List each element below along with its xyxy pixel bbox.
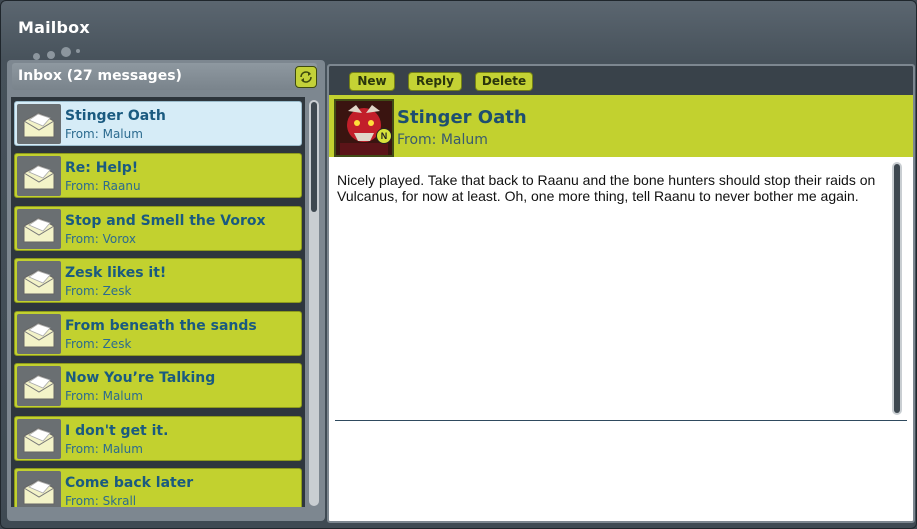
message-item[interactable]: Stop and Smell the Vorox From: Vorox — [14, 206, 302, 251]
inbox-scrollbar[interactable] — [309, 100, 319, 506]
message-scrollbar-thumb[interactable] — [894, 164, 900, 413]
message-sender: From: Malum — [397, 132, 488, 148]
message-item[interactable]: Zesk likes it! From: Zesk — [14, 258, 302, 303]
message-item[interactable]: I don't get it. From: Malum — [14, 416, 302, 461]
reply-button[interactable]: Reply — [408, 72, 462, 91]
mailbox-window: Mailbox Inbox (27 messages) Stinger Oath… — [0, 0, 917, 529]
message-from: From: Zesk — [65, 337, 132, 351]
message-body: Nicely played. Take that back to Raanu a… — [337, 172, 876, 204]
avatar-badge: N — [376, 128, 392, 144]
message-divider — [335, 420, 907, 421]
message-title: From beneath the sands — [65, 318, 257, 334]
message-from: From: Malum — [65, 389, 143, 403]
message-title: Now You’re Talking — [65, 370, 216, 386]
decor-dot — [76, 49, 80, 53]
message-from: From: Skrall — [65, 494, 137, 507]
envelope-icon — [17, 366, 61, 406]
envelope-icon — [17, 104, 61, 144]
refresh-button[interactable] — [295, 66, 317, 88]
message-from: From: Raanu — [65, 179, 141, 193]
inbox-header: Inbox (27 messages) — [12, 63, 317, 90]
message-list[interactable]: Stinger Oath From: Malum Re: Help! From:… — [11, 97, 305, 507]
message-title-heading: Stinger Oath — [397, 107, 527, 128]
envelope-icon — [17, 314, 61, 354]
envelope-icon — [17, 419, 61, 459]
message-item[interactable]: Re: Help! From: Raanu — [14, 153, 302, 198]
message-scrollbar[interactable] — [892, 162, 902, 415]
message-from: From: Vorox — [65, 232, 136, 246]
decor-dot — [61, 47, 71, 57]
message-title: Stinger Oath — [65, 108, 166, 124]
message-title: Re: Help! — [65, 160, 139, 176]
message-item[interactable]: Stinger Oath From: Malum — [14, 101, 302, 146]
decor-dot — [33, 53, 40, 60]
message-title: I don't get it. — [65, 423, 169, 439]
inbox-scrollbar-thumb[interactable] — [311, 102, 317, 212]
message-title: Stop and Smell the Vorox — [65, 213, 266, 229]
message-panel: New Reply Delete N Stinger Oath From: Ma… — [327, 64, 915, 523]
inbox-panel: Inbox (27 messages) Stinger Oath From: M… — [7, 60, 325, 521]
message-header: N Stinger Oath From: Malum — [329, 95, 913, 157]
message-title: Zesk likes it! — [65, 265, 167, 281]
message-item[interactable]: Come back later From: Skrall — [14, 468, 302, 507]
message-item[interactable]: From beneath the sands From: Zesk — [14, 311, 302, 356]
envelope-icon — [17, 471, 61, 507]
message-toolbar: New Reply Delete — [329, 66, 913, 95]
message-from: From: Zesk — [65, 284, 132, 298]
envelope-icon — [17, 209, 61, 249]
decor-dot — [47, 51, 55, 59]
envelope-icon — [17, 261, 61, 301]
envelope-icon — [17, 156, 61, 196]
message-title: Come back later — [65, 475, 194, 491]
inbox-title: Inbox (27 messages) — [18, 68, 182, 84]
window-title: Mailbox — [18, 18, 90, 37]
refresh-icon — [300, 71, 312, 83]
new-button[interactable]: New — [349, 72, 395, 91]
message-from: From: Malum — [65, 442, 143, 456]
delete-button[interactable]: Delete — [475, 72, 533, 91]
message-item[interactable]: Now You’re Talking From: Malum — [14, 363, 302, 408]
message-from: From: Malum — [65, 127, 143, 141]
